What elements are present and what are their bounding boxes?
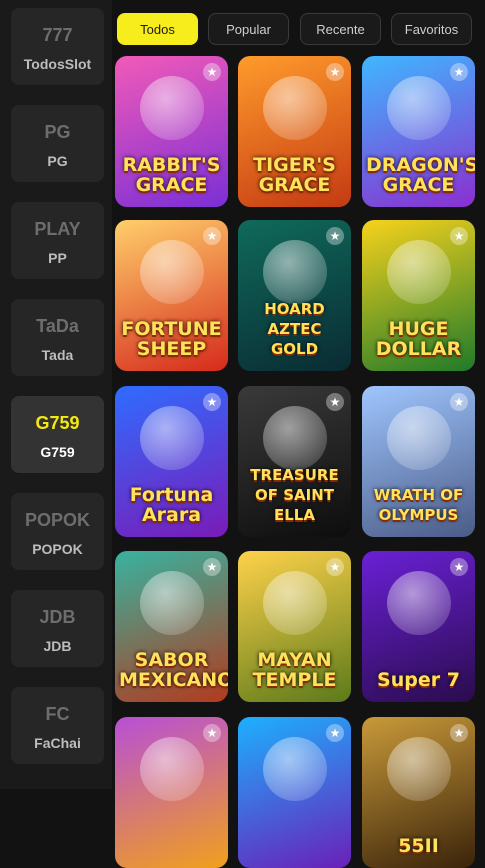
game-card[interactable]: HUGE DOLLAR ★ [362,220,475,371]
provider-label: FaChai [34,734,81,751]
star-icon[interactable]: ★ [450,227,468,245]
star-icon[interactable]: ★ [203,227,221,245]
game-artwork [139,737,204,801]
tab-recente[interactable]: Recente [300,13,381,45]
provider-jdb[interactable]: JDB JDB [11,590,104,667]
provider-label: PP [48,249,67,266]
star-icon[interactable]: ★ [450,724,468,742]
provider-label: PG [47,152,68,169]
tada-logo-icon: TaDa [36,316,79,336]
tab-popular[interactable]: Popular [208,13,289,45]
provider-label: POPOK [32,540,83,557]
game-artwork [262,571,327,635]
provider-label: TodosSlot [23,55,92,72]
game-title: RABBIT'S GRACE [122,154,221,196]
game-card[interactable]: WRATH OF OLYMPUS ★ [362,386,475,537]
game-artwork [386,406,451,470]
fachai-logo-icon: FC [45,704,70,724]
todosslot-logo-icon: 777 [42,25,73,45]
game-title: Fortuna Arara [129,484,214,526]
star-icon[interactable]: ★ [326,724,344,742]
provider-g759[interactable]: G759 G759 [11,396,104,473]
game-artwork [262,240,327,304]
game-card[interactable]: TREASURE OF SAINT ELLA ★ [238,386,351,537]
game-artwork [262,76,327,140]
game-title: TREASURE OF SAINT ELLA [250,466,339,524]
tab-todos[interactable]: Todos [117,13,198,45]
game-title: HUGE DOLLAR [375,318,462,360]
game-artwork [386,571,451,635]
star-icon[interactable]: ★ [326,558,344,576]
star-icon[interactable]: ★ [326,393,344,411]
star-icon[interactable]: ★ [326,227,344,245]
game-card[interactable]: MAYAN TEMPLE ★ [238,551,351,702]
pp-logo-icon: PLAY [34,219,81,239]
game-card[interactable]: ★ [238,717,351,868]
game-artwork [262,406,327,470]
provider-label: JDB [43,637,72,654]
provider-todosslot[interactable]: 777 TodosSlot [11,8,104,85]
game-title: WRATH OF OLYMPUS [373,486,464,524]
game-artwork [386,240,451,304]
game-card[interactable]: ★ [115,717,228,868]
game-card[interactable]: HOARD AZTEC GOLD ★ [238,220,351,371]
game-title: FORTUNE SHEEP [121,318,222,360]
game-card[interactable]: Fortuna Arara ★ [115,386,228,537]
provider-sidebar: 777 TodosSlot PG PG PLAY PP TaDa Tada G759 G759 PO… [0,0,112,789]
game-artwork [139,76,204,140]
tab-favoritos[interactable]: Favoritos [391,13,472,45]
popok-logo-icon: POPOK [24,510,90,530]
game-title: TIGER'S GRACE [253,154,336,196]
jdb-logo-icon: JDB [39,607,76,627]
game-title: 55II [398,835,439,857]
game-title: Super 7 [377,669,460,691]
game-card[interactable]: RABBIT'S GRACE ★ [115,56,228,207]
g759-logo-icon: G759 [35,413,80,433]
pg-logo-icon: PG [44,122,71,142]
star-icon[interactable]: ★ [203,558,221,576]
star-icon[interactable]: ★ [326,63,344,81]
game-card[interactable]: SABOR MEXICANO ★ [115,551,228,702]
game-title: MAYAN TEMPLE [252,649,337,691]
game-artwork [139,240,204,304]
game-card[interactable]: TIGER'S GRACE ★ [238,56,351,207]
game-artwork [262,737,327,801]
game-title: HOARD AZTEC GOLD [264,300,325,358]
game-artwork [139,406,204,470]
provider-popok[interactable]: POPOK POPOK [11,493,104,570]
game-card[interactable]: 55II ★ [362,717,475,868]
game-title: SABOR MEXICANO [119,649,228,691]
game-artwork [139,571,204,635]
star-icon[interactable]: ★ [203,393,221,411]
provider-pp[interactable]: PLAY PP [11,202,104,279]
provider-fachai[interactable]: FC FaChai [11,687,104,764]
provider-label: G759 [40,443,75,460]
provider-label: Tada [41,346,74,363]
game-filter-tabs: Todos Popular Recente Favoritos [117,13,472,47]
game-card[interactable]: FORTUNE SHEEP ★ [115,220,228,371]
star-icon[interactable]: ★ [450,393,468,411]
game-card[interactable]: Super 7 ★ [362,551,475,702]
game-title: DRAGON'S GRACE [366,154,475,196]
game-artwork [386,76,451,140]
provider-tada[interactable]: TaDa Tada [11,299,104,376]
game-card[interactable]: DRAGON'S GRACE ★ [362,56,475,207]
star-icon[interactable]: ★ [203,63,221,81]
game-artwork [386,737,451,801]
star-icon[interactable]: ★ [450,558,468,576]
star-icon[interactable]: ★ [203,724,221,742]
star-icon[interactable]: ★ [450,63,468,81]
provider-pg[interactable]: PG PG [11,105,104,182]
